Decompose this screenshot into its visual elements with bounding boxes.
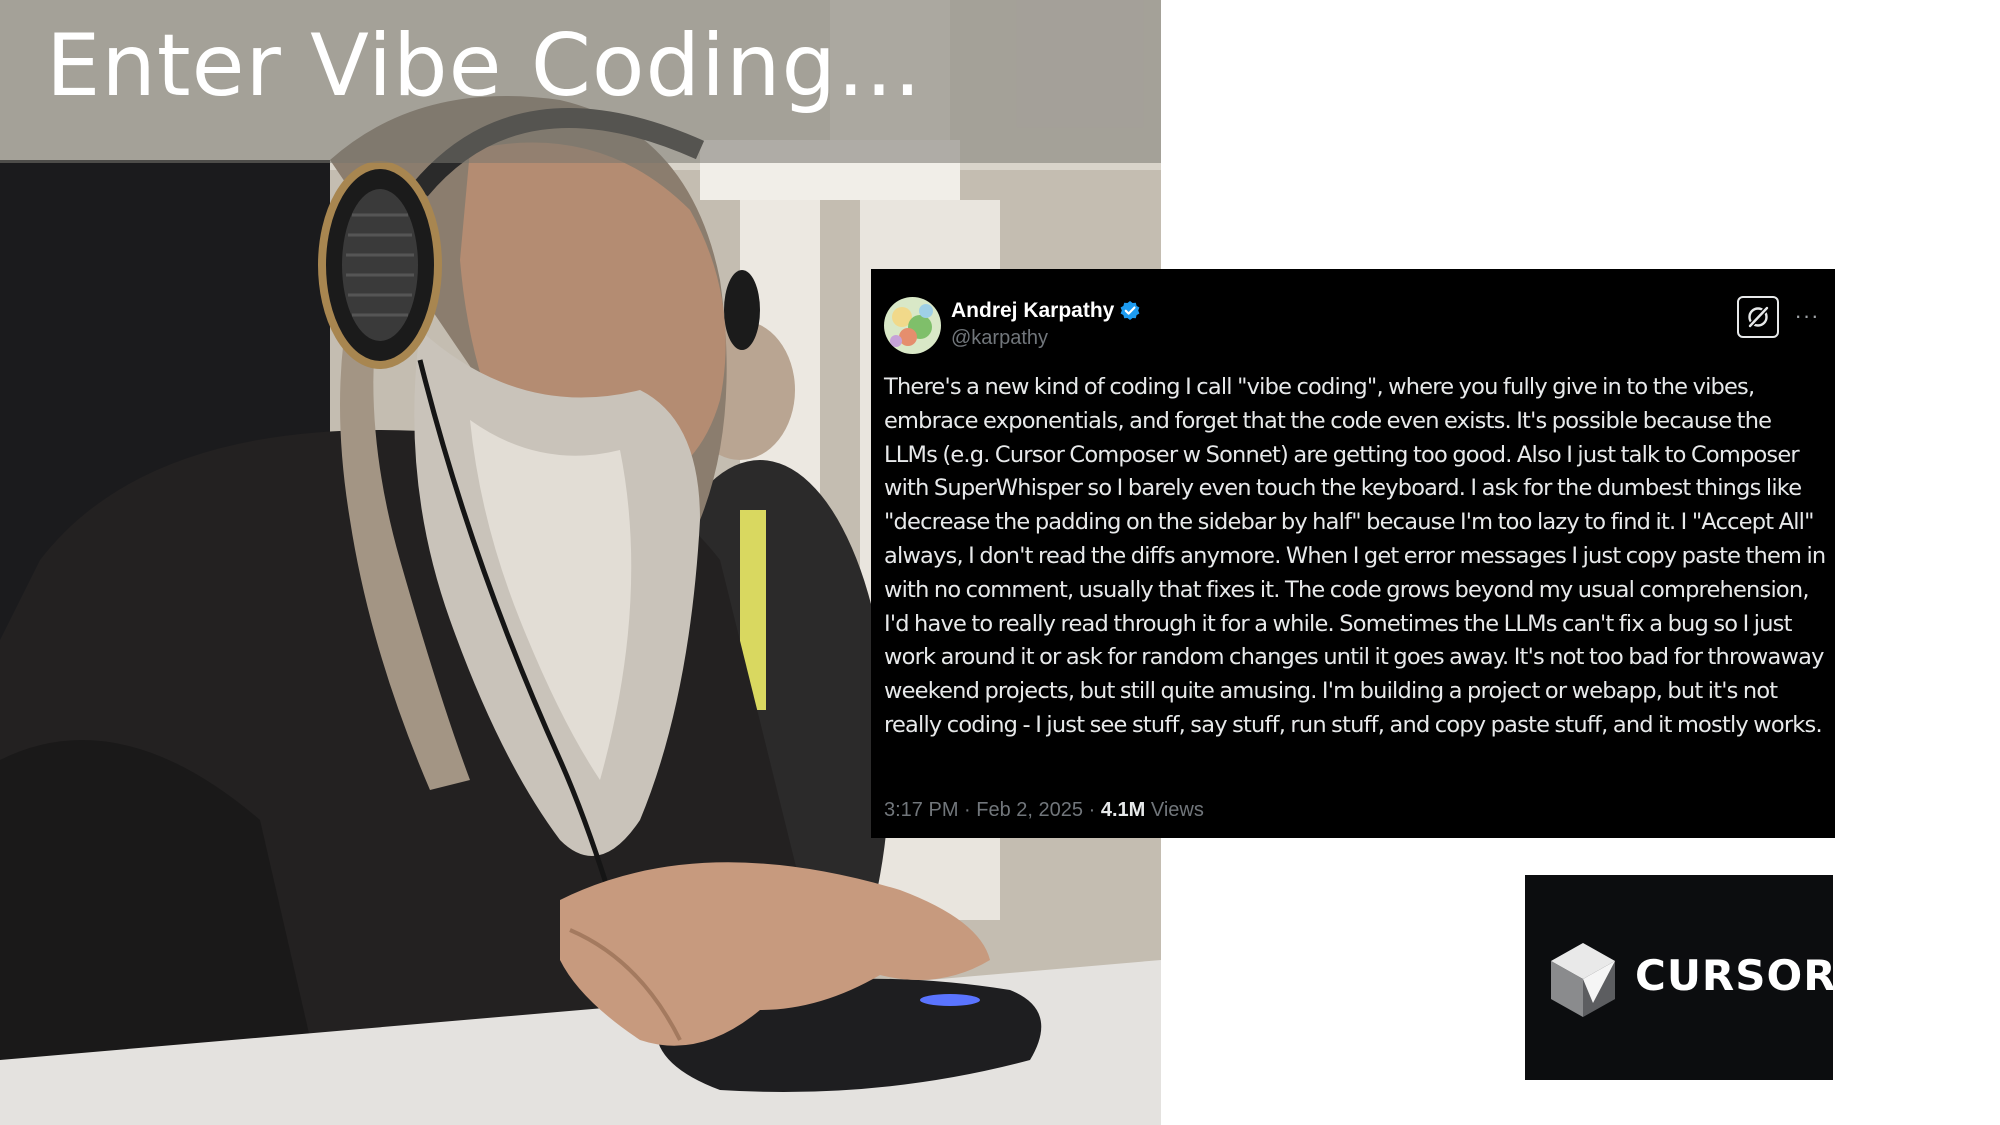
tweet-meta: 3:17 PM · Feb 2, 2025 · 4.1M Views: [884, 799, 1204, 822]
grok-button[interactable]: [1737, 296, 1779, 338]
cursor-logo-card: CURSOR: [1525, 875, 1836, 1080]
meta-separator: ·: [964, 799, 971, 821]
meta-separator: ·: [1088, 799, 1096, 821]
author-name[interactable]: Andrej Karpathy: [951, 299, 1141, 323]
tweet-card: Andrej Karpathy @karpathy ··· There's a …: [871, 269, 1835, 838]
grok-icon: [1748, 306, 1769, 328]
avatar[interactable]: [884, 297, 941, 354]
tweet-time[interactable]: 3:17 PM: [884, 799, 958, 821]
views-count: 4.1M: [1100, 799, 1146, 821]
cursor-cube-logo-icon: [1551, 943, 1615, 1017]
avatar-image: [884, 297, 941, 354]
slide-title: Enter Vibe Coding...: [46, 16, 923, 116]
verified-badge-icon: [1119, 300, 1141, 322]
tweet-text: There's a new kind of coding I call "vib…: [884, 374, 1826, 738]
cursor-wordmark: CURSOR: [1635, 951, 1837, 1000]
author-handle[interactable]: @karpathy: [951, 327, 1048, 350]
more-options-button[interactable]: ···: [1794, 298, 1820, 334]
tweet-date[interactable]: Feb 2, 2025: [976, 799, 1083, 821]
author-name-text: Andrej Karpathy: [951, 299, 1115, 322]
views-label: Views: [1150, 799, 1204, 821]
